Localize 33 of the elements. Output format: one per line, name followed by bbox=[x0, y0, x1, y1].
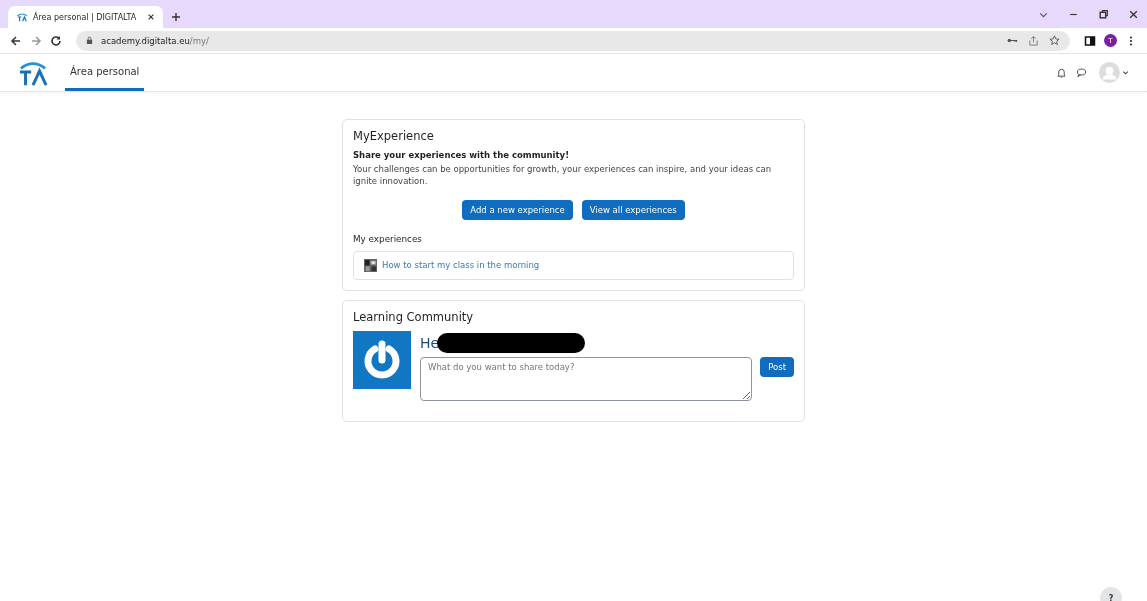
post-input-field[interactable]: What do you want to share today? bbox=[420, 356, 753, 401]
add-experience-button[interactable]: Add a new experience bbox=[462, 199, 573, 220]
nav-tab[interactable]: Área personal bbox=[65, 54, 145, 91]
greeting-text: He bbox=[420, 334, 440, 351]
card-title: Learning Community bbox=[353, 309, 475, 324]
caret-icon[interactable] bbox=[1122, 69, 1129, 76]
card-title: MyExperience bbox=[353, 129, 435, 143]
browser-tab[interactable]: Área personal | DIGITALTA bbox=[8, 6, 163, 28]
logo-icon bbox=[16, 12, 28, 22]
card-description: Your challenges can be opportunities for growth, your experiences can inspire, and your ideas can ignite innovation. bbox=[353, 163, 773, 188]
reload-icon[interactable] bbox=[50, 34, 62, 47]
card-subtitle: Share your experiences with the community! bbox=[353, 150, 570, 160]
url-host: academy.digitalta.eu bbox=[101, 35, 190, 46]
power-symbol-icon bbox=[353, 330, 411, 389]
bell-icon[interactable] bbox=[1056, 67, 1067, 78]
experience-link[interactable]: How to start my class in the morning bbox=[382, 260, 540, 271]
section-title: My experiences bbox=[353, 233, 423, 244]
address-bar[interactable]: academy.digitalta.eu/my/ bbox=[76, 30, 1070, 51]
restore-icon[interactable] bbox=[1098, 9, 1109, 20]
url-path: /my/ bbox=[189, 35, 209, 46]
side-panel-icon[interactable] bbox=[1084, 34, 1096, 47]
new-tab-icon[interactable] bbox=[171, 12, 181, 22]
post-button[interactable]: Post bbox=[760, 356, 794, 377]
back-arrow-icon[interactable] bbox=[10, 34, 22, 47]
close-icon[interactable] bbox=[1128, 9, 1139, 20]
help-button[interactable]: ? bbox=[1100, 587, 1122, 601]
chat-bubble-icon[interactable] bbox=[1076, 67, 1087, 78]
forward-arrow-icon[interactable] bbox=[30, 34, 42, 47]
close-icon[interactable] bbox=[147, 13, 155, 21]
view-experiences-button[interactable]: View all experiences bbox=[581, 199, 685, 220]
share-icon[interactable] bbox=[1028, 35, 1039, 46]
star-icon[interactable] bbox=[1049, 35, 1060, 46]
lock-icon bbox=[86, 36, 93, 45]
